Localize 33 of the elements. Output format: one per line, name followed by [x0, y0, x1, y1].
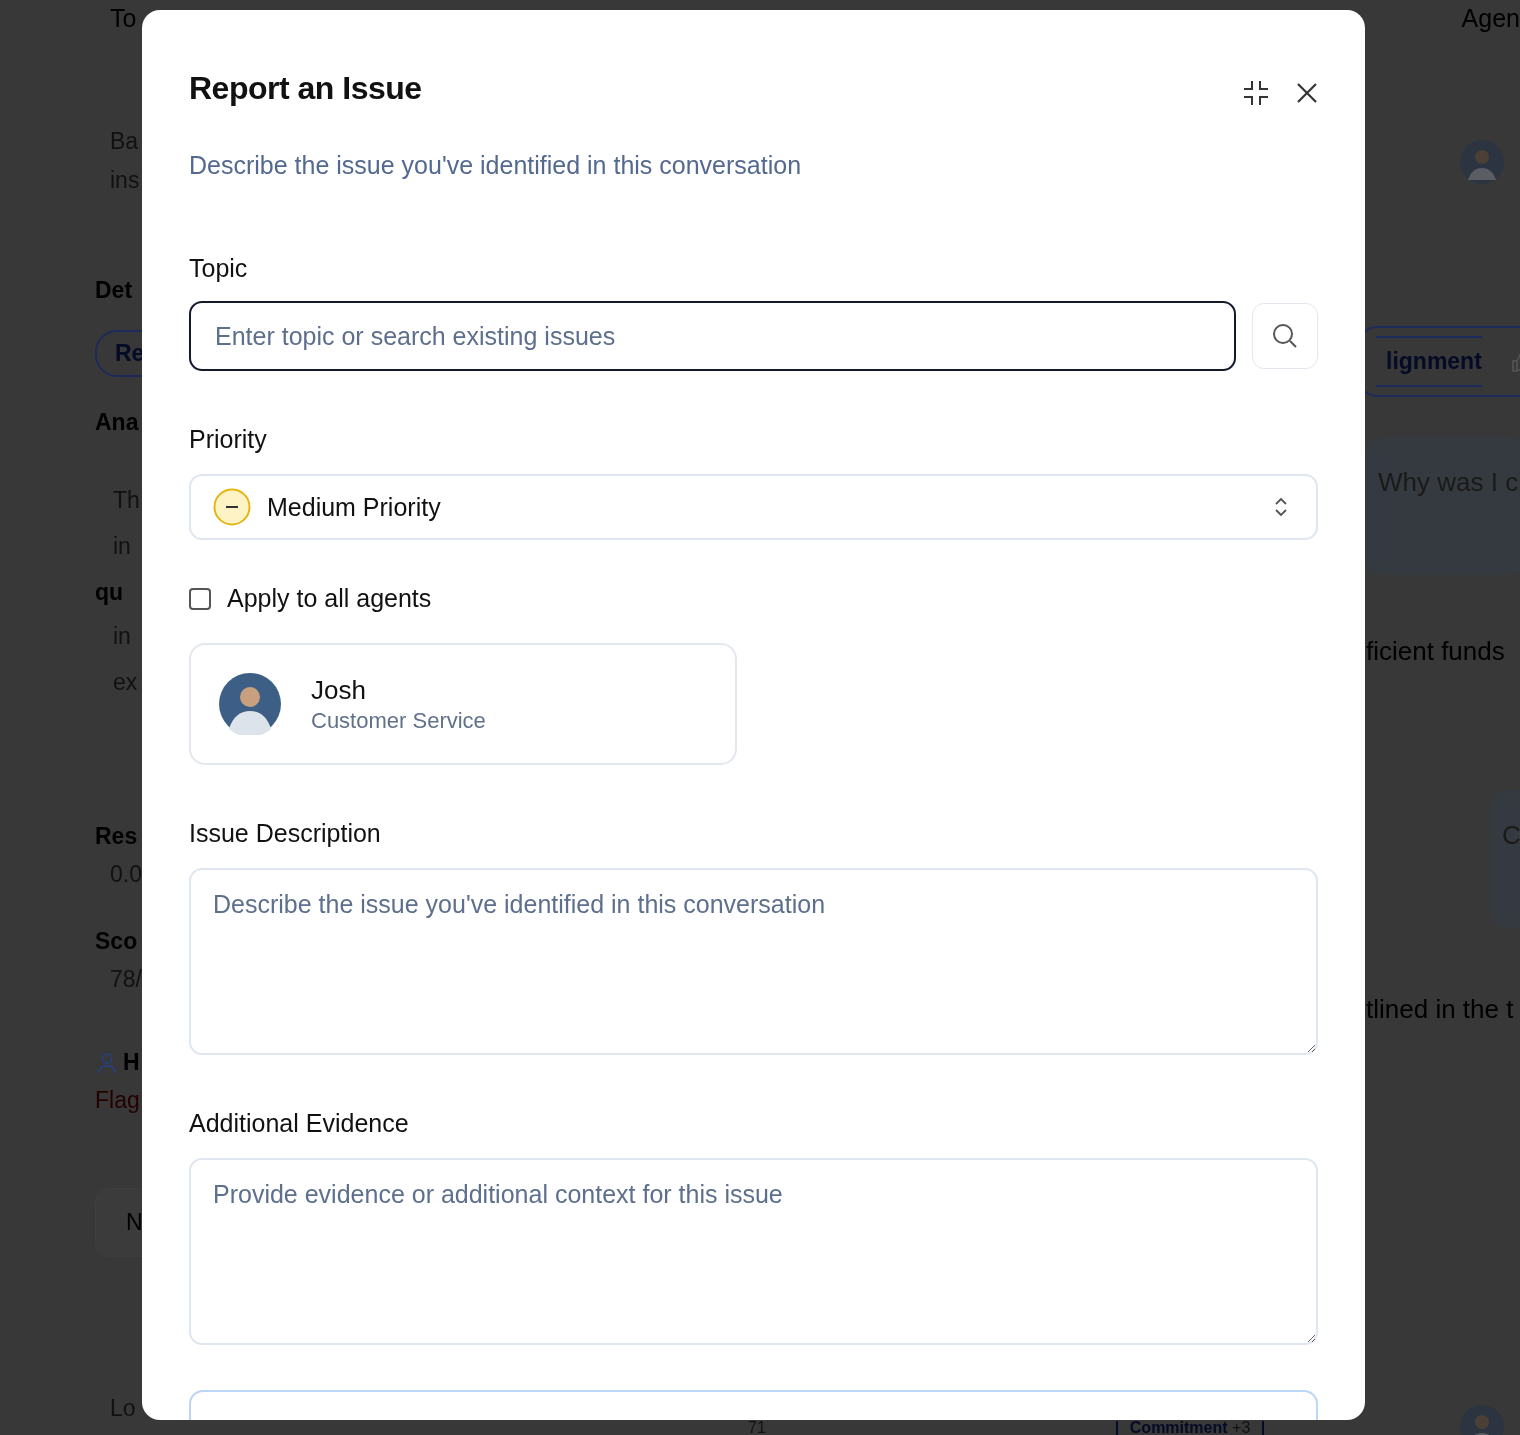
field-label: Issue Description [189, 819, 382, 848]
priority-select[interactable]: Medium Priority [189, 474, 1318, 540]
field-label: Additional Evidence [189, 1109, 410, 1138]
background-text: H [123, 1049, 140, 1076]
avatar [219, 673, 281, 735]
field-label: Priority [189, 425, 268, 454]
agent-role: Customer Service [311, 707, 486, 734]
section-heading: Res [95, 823, 138, 850]
checkbox-label[interactable]: Apply to all agents [227, 584, 432, 613]
topic-input[interactable]: Enter topic or search existing issues [189, 301, 1236, 371]
description-textarea[interactable]: Describe the issue you've identified in this conversation [189, 868, 1318, 1055]
person-icon [97, 1050, 117, 1075]
background-text: ficient funds [1366, 636, 1505, 667]
background-text: qu [95, 579, 124, 606]
avatar [1460, 140, 1504, 184]
section-heading: Det [95, 277, 133, 304]
section-heading: Sco [95, 928, 138, 955]
dialog-title: Report an Issue [189, 70, 422, 107]
checkbox[interactable] [189, 587, 211, 610]
evidence-textarea[interactable]: Provide evidence or additional context for this issue [189, 1158, 1318, 1345]
agent-name: Josh [311, 674, 367, 706]
section-heading: Ana [95, 409, 139, 436]
column-header: To [110, 4, 137, 33]
search-button[interactable] [1252, 303, 1318, 369]
column-header: Agen [1461, 4, 1520, 33]
field-label: Topic [189, 254, 249, 283]
background-text: tlined in the t [1366, 994, 1514, 1025]
search-icon [1271, 322, 1299, 350]
dialog-subtitle: Describe the issue you've identified in this conversation [189, 151, 803, 180]
close-icon[interactable] [1296, 81, 1318, 104]
minimize-icon[interactable] [1242, 78, 1270, 107]
chevrons-icon [1274, 497, 1288, 517]
background-text: Flag [95, 1087, 140, 1114]
